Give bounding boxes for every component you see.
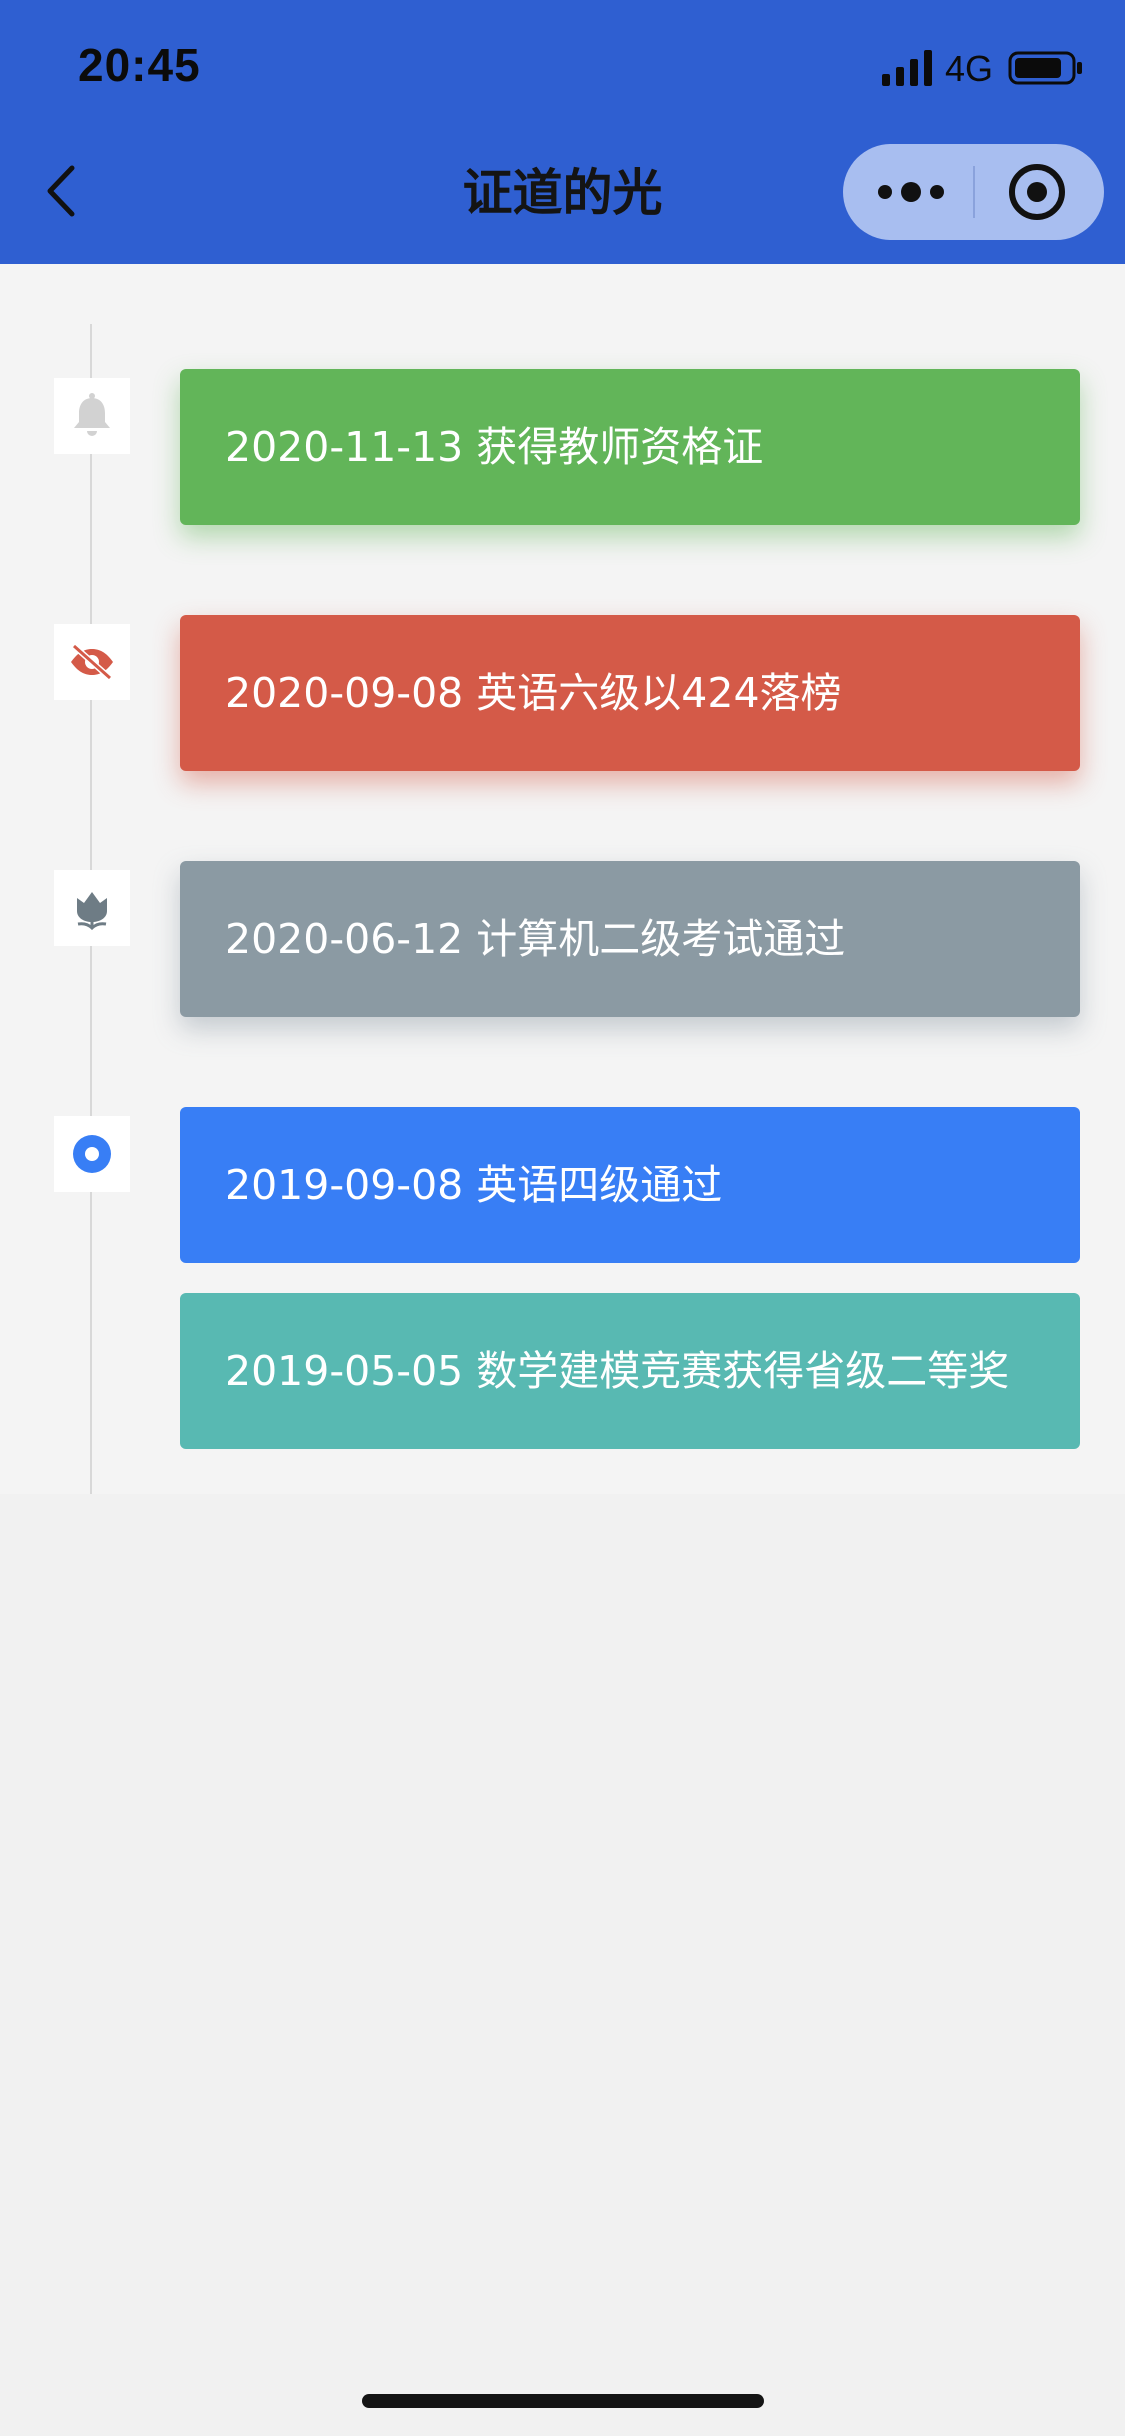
timeline-card: 2020-06-12 计算机二级考试通过 — [180, 861, 1080, 1017]
signal-icon — [882, 50, 932, 86]
eye-slash-icon — [54, 624, 130, 700]
timeline-card: 2020-09-08 英语六级以424落榜 — [180, 615, 1080, 771]
network-label: 4G — [945, 48, 994, 89]
timeline-card: 2019-09-08 英语四级通过 — [180, 1107, 1080, 1263]
home-indicator[interactable] — [362, 2394, 764, 2408]
timeline-card: 2019-05-05 数学建模竞赛获得省级二等奖 — [180, 1293, 1080, 1449]
bell-icon — [54, 378, 130, 454]
timeline-card: 2020-11-13 获得教师资格证 — [180, 369, 1080, 525]
status-time: 20:45 — [78, 39, 201, 91]
radio-dot-icon — [54, 1116, 130, 1192]
more-button[interactable] — [843, 144, 973, 240]
more-dots-icon — [878, 182, 944, 202]
target-circle-icon — [1009, 164, 1065, 220]
battery-icon — [1008, 51, 1082, 85]
timeline-section: 2020-11-13 获得教师资格证 2020-09-08 英语六级以424落榜… — [0, 264, 1125, 1494]
nav-header: 20:45 4G 证道的光 — [0, 0, 1125, 264]
close-program-button[interactable] — [975, 144, 1104, 240]
mini-program-capsule — [843, 144, 1104, 240]
lotus-icon — [54, 870, 130, 946]
